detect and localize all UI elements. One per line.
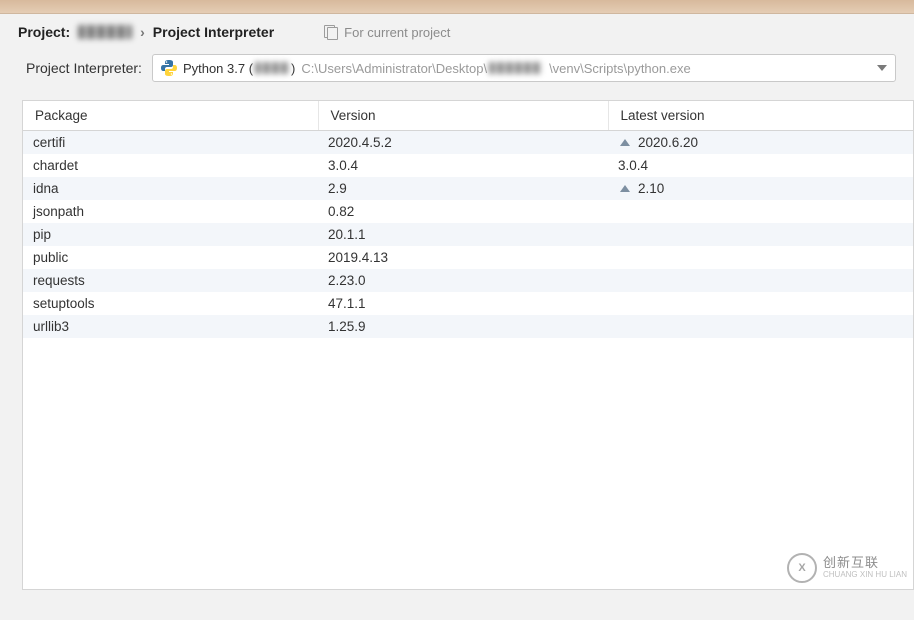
- watermark: X 创新互联 CHUANG XIN HU LIAN: [787, 553, 907, 583]
- cell-package: public: [23, 246, 318, 269]
- cell-latest-text: 3.0.4: [618, 158, 648, 173]
- upgrade-available-icon: [620, 185, 630, 192]
- for-current-project-text: For current project: [344, 25, 450, 40]
- for-current-project-label: For current project: [324, 25, 450, 40]
- breadcrumb-project-label: Project:: [18, 24, 70, 40]
- cell-latest-text: 2020.6.20: [638, 135, 698, 150]
- packages-table-container: Package Version Latest version certifi20…: [22, 100, 914, 590]
- cell-version: 2.23.0: [318, 269, 608, 292]
- col-header-package[interactable]: Package: [23, 101, 318, 131]
- breadcrumb-project-interpreter[interactable]: Project Interpreter: [153, 24, 274, 40]
- cell-latest: [608, 315, 913, 338]
- interpreter-path-blurred: [489, 62, 541, 74]
- table-row[interactable]: pip20.1.1: [23, 223, 913, 246]
- breadcrumb-separator: ›: [140, 24, 145, 40]
- cell-version: 2.9: [318, 177, 608, 200]
- window-titlebar-strip: [0, 0, 914, 14]
- cell-version: 2019.4.13: [318, 246, 608, 269]
- table-row[interactable]: idna2.9 2.10: [23, 177, 913, 200]
- copy-icon: [324, 25, 338, 39]
- table-row[interactable]: public2019.4.13: [23, 246, 913, 269]
- interpreter-row: Project Interpreter: Python 3.7 ( ) C:\U…: [0, 50, 914, 96]
- table-row[interactable]: requests2.23.0: [23, 269, 913, 292]
- table-header-row: Package Version Latest version: [23, 101, 913, 131]
- upgrade-available-icon: [620, 139, 630, 146]
- table-row[interactable]: chardet3.0.43.0.4: [23, 154, 913, 177]
- interpreter-selected-prefix: Python 3.7 (: [183, 61, 253, 76]
- interpreter-dropdown[interactable]: Python 3.7 ( ) C:\Users\Administrator\De…: [152, 54, 896, 82]
- cell-latest-text: 2.10: [638, 181, 664, 196]
- cell-version: 2020.4.5.2: [318, 131, 608, 155]
- cell-latest: 3.0.4: [608, 154, 913, 177]
- col-header-version[interactable]: Version: [318, 101, 608, 131]
- table-row[interactable]: jsonpath0.82: [23, 200, 913, 223]
- cell-version: 20.1.1: [318, 223, 608, 246]
- cell-package: setuptools: [23, 292, 318, 315]
- breadcrumb-row: Project: › Project Interpreter For curre…: [0, 14, 914, 50]
- cell-latest: [608, 223, 913, 246]
- table-row[interactable]: certifi2020.4.5.2 2020.6.20: [23, 131, 913, 155]
- cell-package: jsonpath: [23, 200, 318, 223]
- cell-version: 3.0.4: [318, 154, 608, 177]
- watermark-line1: 创新互联: [823, 556, 907, 570]
- packages-table: Package Version Latest version certifi20…: [23, 101, 913, 338]
- cell-version: 0.82: [318, 200, 608, 223]
- cell-latest: [608, 269, 913, 292]
- cell-package: pip: [23, 223, 318, 246]
- col-header-latest[interactable]: Latest version: [608, 101, 913, 131]
- cell-package: chardet: [23, 154, 318, 177]
- interpreter-path-prefix: C:\Users\Administrator\Desktop\: [301, 61, 487, 76]
- cell-version: 1.25.9: [318, 315, 608, 338]
- cell-package: certifi: [23, 131, 318, 155]
- cell-package: urllib3: [23, 315, 318, 338]
- cell-latest: 2020.6.20: [608, 131, 913, 155]
- cell-latest: [608, 246, 913, 269]
- breadcrumb: Project: › Project Interpreter: [18, 24, 274, 40]
- interpreter-label: Project Interpreter:: [26, 60, 142, 76]
- cell-latest: 2.10: [608, 177, 913, 200]
- cell-latest: [608, 292, 913, 315]
- interpreter-name-blurred: [255, 62, 289, 74]
- table-row[interactable]: urllib31.25.9: [23, 315, 913, 338]
- watermark-line2: CHUANG XIN HU LIAN: [823, 571, 907, 580]
- cell-package: idna: [23, 177, 318, 200]
- python-icon: [161, 60, 177, 76]
- interpreter-path-suffix: \venv\Scripts\python.exe: [549, 61, 691, 76]
- watermark-icon: X: [787, 553, 817, 583]
- cell-version: 47.1.1: [318, 292, 608, 315]
- chevron-down-icon: [877, 65, 887, 71]
- cell-latest: [608, 200, 913, 223]
- breadcrumb-project-name-blurred: [78, 25, 132, 39]
- table-row[interactable]: setuptools47.1.1: [23, 292, 913, 315]
- cell-package: requests: [23, 269, 318, 292]
- interpreter-selected-suffix: ): [291, 61, 295, 76]
